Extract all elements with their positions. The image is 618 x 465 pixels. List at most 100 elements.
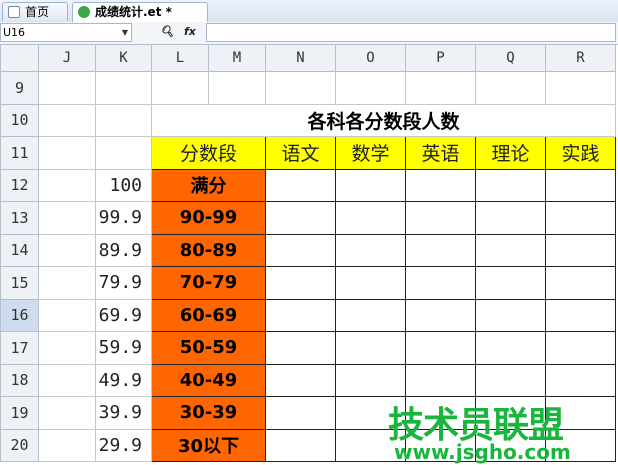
count-cell[interactable] [545, 428, 616, 462]
count-cell[interactable] [265, 201, 336, 235]
threshold-cell[interactable]: 49.9 [95, 363, 152, 397]
threshold-cell[interactable]: 59.9 [95, 331, 152, 365]
threshold-cell[interactable]: 99.9 [95, 201, 152, 235]
table-title[interactable]: 各科各分数段人数 [151, 103, 616, 137]
count-cell[interactable] [335, 298, 406, 332]
cell[interactable] [95, 136, 152, 170]
count-cell[interactable] [335, 363, 406, 397]
column-header[interactable]: M [208, 44, 266, 72]
row-header[interactable]: 11 [0, 136, 39, 170]
cell[interactable] [38, 331, 96, 365]
tab-home[interactable]: 首页 [2, 2, 68, 21]
score-range-cell[interactable]: 70-79 [151, 266, 266, 300]
score-range-cell[interactable]: 30以下 [151, 428, 266, 462]
cell[interactable] [545, 71, 616, 105]
cell[interactable] [405, 71, 476, 105]
threshold-cell[interactable]: 29.9 [95, 428, 152, 462]
cell[interactable] [265, 71, 336, 105]
header-cell-subject[interactable]: 理论 [475, 136, 546, 170]
count-cell[interactable] [405, 201, 476, 235]
row-header[interactable]: 14 [0, 233, 39, 267]
count-cell[interactable] [475, 168, 546, 202]
count-cell[interactable] [475, 266, 546, 300]
count-cell[interactable] [265, 266, 336, 300]
row-header[interactable]: 12 [0, 168, 39, 202]
count-cell[interactable] [475, 331, 546, 365]
count-cell[interactable] [545, 168, 616, 202]
count-cell[interactable] [335, 396, 406, 430]
cell[interactable] [38, 428, 96, 462]
cell[interactable] [151, 71, 209, 105]
cell[interactable] [95, 71, 152, 105]
header-cell-range[interactable]: 分数段 [151, 136, 266, 170]
count-cell[interactable] [475, 201, 546, 235]
cell[interactable] [38, 168, 96, 202]
column-header[interactable]: O [335, 44, 406, 72]
count-cell[interactable] [265, 168, 336, 202]
score-range-cell[interactable]: 满分 [151, 168, 266, 202]
count-cell[interactable] [265, 363, 336, 397]
threshold-cell[interactable]: 39.9 [95, 396, 152, 430]
count-cell[interactable] [405, 331, 476, 365]
count-cell[interactable] [405, 266, 476, 300]
count-cell[interactable] [475, 428, 546, 462]
score-range-cell[interactable]: 30-39 [151, 396, 266, 430]
count-cell[interactable] [405, 168, 476, 202]
column-header[interactable]: R [545, 44, 616, 72]
name-box[interactable]: U16 ▼ [0, 23, 132, 42]
row-header[interactable]: 20 [0, 428, 39, 462]
magnifier-icon[interactable]: 🔍︎ [160, 25, 174, 38]
column-header[interactable]: K [95, 44, 152, 72]
row-header[interactable]: 9 [0, 71, 39, 105]
count-cell[interactable] [545, 396, 616, 430]
cell[interactable] [38, 201, 96, 235]
row-header-active[interactable]: 16 [0, 298, 39, 332]
score-range-cell[interactable]: 40-49 [151, 363, 266, 397]
formula-input[interactable] [206, 23, 616, 42]
row-header[interactable]: 10 [0, 103, 39, 137]
select-all-corner[interactable] [0, 44, 39, 72]
row-header[interactable]: 19 [0, 396, 39, 430]
score-range-cell[interactable]: 90-99 [151, 201, 266, 235]
threshold-cell[interactable]: 69.9 [95, 298, 152, 332]
count-cell[interactable] [405, 363, 476, 397]
count-cell[interactable] [545, 363, 616, 397]
count-cell[interactable] [335, 233, 406, 267]
row-header[interactable]: 18 [0, 363, 39, 397]
count-cell[interactable] [405, 233, 476, 267]
row-header[interactable]: 15 [0, 266, 39, 300]
count-cell[interactable] [265, 428, 336, 462]
header-cell-subject[interactable]: 数学 [335, 136, 406, 170]
count-cell[interactable] [335, 201, 406, 235]
count-cell[interactable] [265, 396, 336, 430]
row-header[interactable]: 17 [0, 331, 39, 365]
count-cell[interactable] [335, 168, 406, 202]
count-cell[interactable] [405, 428, 476, 462]
count-cell[interactable] [475, 396, 546, 430]
count-cell[interactable] [475, 233, 546, 267]
column-header[interactable]: N [265, 44, 336, 72]
threshold-cell[interactable]: 89.9 [95, 233, 152, 267]
tab-document[interactable]: 成绩统计.et * [72, 2, 208, 23]
count-cell[interactable] [545, 233, 616, 267]
count-cell[interactable] [545, 331, 616, 365]
score-range-cell[interactable]: 80-89 [151, 233, 266, 267]
cell[interactable] [38, 233, 96, 267]
count-cell[interactable] [475, 363, 546, 397]
count-cell[interactable] [335, 331, 406, 365]
header-cell-subject[interactable]: 语文 [265, 136, 336, 170]
count-cell[interactable] [545, 298, 616, 332]
count-cell[interactable] [265, 298, 336, 332]
count-cell[interactable] [335, 428, 406, 462]
cell[interactable] [38, 396, 96, 430]
cell[interactable] [38, 363, 96, 397]
row-header[interactable]: 13 [0, 201, 39, 235]
count-cell[interactable] [265, 233, 336, 267]
cell[interactable] [38, 298, 96, 332]
threshold-cell[interactable]: 79.9 [95, 266, 152, 300]
threshold-cell[interactable]: 100 [95, 168, 152, 202]
count-cell[interactable] [475, 298, 546, 332]
cell[interactable] [38, 136, 96, 170]
cell[interactable] [335, 71, 406, 105]
column-header[interactable]: Q [475, 44, 546, 72]
